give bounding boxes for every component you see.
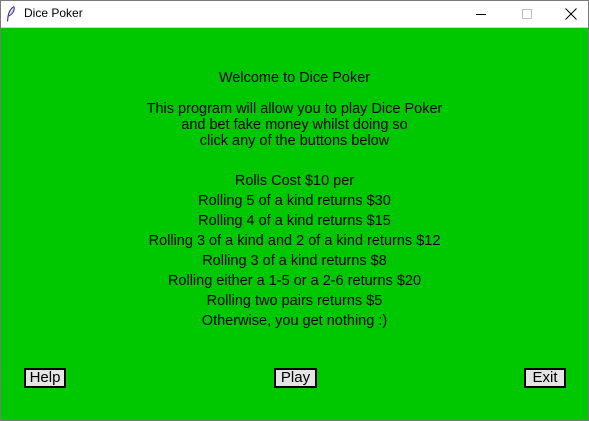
intro-line: This program will allow you to play Dice…	[146, 101, 443, 117]
rule-line: Rolls Cost $10 per	[234, 173, 355, 189]
close-icon	[565, 8, 577, 20]
rule-line: Rolling 4 of a kind returns $15	[198, 213, 391, 229]
close-button[interactable]	[548, 1, 588, 27]
rule-line: Rolling two pairs returns $5	[206, 293, 383, 309]
minimize-icon	[476, 14, 486, 15]
window-title: Dice Poker	[24, 6, 83, 20]
help-button[interactable]: Help	[24, 368, 66, 388]
rule-line: Otherwise, you get nothing :)	[201, 313, 388, 329]
feather-icon	[6, 6, 15, 22]
title-bar[interactable]: Dice Poker	[1, 1, 588, 28]
exit-button[interactable]: Exit	[524, 368, 566, 388]
intro-line: and bet fake money whilst doing so	[181, 117, 408, 133]
welcome-heading: Welcome to Dice Poker	[1, 70, 588, 86]
rule-line: Rolling 3 of a kind and 2 of a kind retu…	[148, 233, 441, 249]
maximize-icon	[522, 9, 532, 19]
rule-line: Rolling 3 of a kind returns $8	[202, 253, 387, 269]
payout-rules: Rolls Cost $10 per Rolling 5 of a kind r…	[1, 171, 588, 331]
maximize-button[interactable]	[504, 1, 550, 27]
play-button[interactable]: Play	[274, 368, 317, 388]
rule-line: Rolling 5 of a kind returns $30	[198, 193, 391, 209]
minimize-button[interactable]	[458, 1, 504, 27]
app-window: Dice Poker Welcome to Dice Poker This pr…	[0, 0, 589, 421]
main-panel: Welcome to Dice Poker This program will …	[1, 28, 588, 420]
welcome-text: Welcome to Dice Poker	[218, 70, 371, 86]
rule-line: Rolling either a 1-5 or a 2-6 returns $2…	[167, 273, 422, 289]
intro-line: click any of the buttons below	[199, 133, 390, 149]
intro-text: This program will allow you to play Dice…	[1, 101, 588, 149]
